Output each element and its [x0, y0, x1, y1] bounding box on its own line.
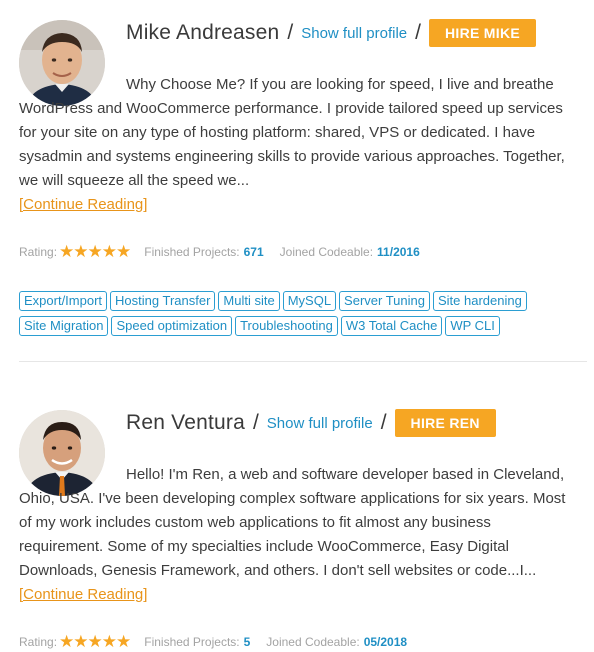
header-separator: / — [252, 411, 259, 434]
divider — [19, 361, 587, 362]
bio-text: Why Choose Me? If you are looking for sp… — [19, 76, 565, 189]
bio-text: Hello! I'm Ren, a web and software devel… — [19, 466, 566, 579]
skill-tag[interactable]: Speed optimization — [111, 316, 233, 336]
skill-tag[interactable]: W3 Total Cache — [340, 316, 443, 336]
continue-reading-link[interactable]: [Continue Reading] — [19, 586, 147, 603]
expert-name: Ren Ventura — [126, 411, 245, 434]
hire-ren-button[interactable]: HIRE REN — [394, 409, 496, 437]
finished-projects-label: Finished Projects: — [144, 635, 240, 649]
skill-tag[interactable]: Troubleshooting — [235, 316, 338, 336]
joined-value: 11/2016 — [377, 245, 420, 259]
show-full-profile-link[interactable]: Show full profile — [301, 25, 407, 42]
rating-label: Rating: — [19, 635, 58, 649]
expert-bio: Hello! I'm Ren, a web and software devel… — [19, 463, 579, 607]
skill-tag[interactable]: Hosting Transfer — [110, 291, 216, 311]
rating-stars: ★★★★★ — [59, 632, 131, 651]
header-separator: / — [287, 21, 294, 44]
finished-projects-value: 671 — [243, 245, 264, 259]
show-full-profile-link[interactable]: Show full profile — [267, 415, 373, 432]
header-separator: / — [415, 21, 421, 44]
expert-bio: Why Choose Me? If you are looking for sp… — [19, 73, 579, 217]
expert-header: Ren Ventura / Show full profile / HIRE R… — [126, 408, 496, 438]
expert-header: Mike Andreasen / Show full profile / HIR… — [126, 18, 537, 48]
joined-value: 05/2018 — [363, 635, 408, 649]
skill-tag[interactable]: Multi site — [218, 291, 280, 311]
joined-label: Joined Codeable: — [266, 635, 360, 649]
skill-tag[interactable]: MySQL — [282, 291, 337, 311]
expert-stats: Rating: ★★★★★ Finished Projects: 5 Joine… — [19, 632, 423, 652]
skill-tag[interactable]: Server Tuning — [339, 291, 430, 311]
header-separator: / — [380, 411, 387, 434]
expert-stats: Rating: ★★★★★ Finished Projects: 671 Joi… — [19, 242, 436, 262]
finished-projects-label: Finished Projects: — [144, 245, 240, 259]
skill-tag[interactable]: WP CLI — [445, 316, 500, 336]
skill-tag[interactable]: Site hardening — [432, 291, 527, 311]
hire-mike-button[interactable]: HIRE MIKE — [428, 19, 537, 47]
continue-reading-link[interactable]: [Continue Reading] — [19, 196, 147, 213]
rating-label: Rating: — [19, 245, 58, 259]
skill-tag[interactable]: Site Migration — [19, 316, 109, 336]
expert-name: Mike Andreasen — [126, 21, 280, 44]
finished-projects-value: 5 — [243, 635, 251, 649]
joined-label: Joined Codeable: — [279, 245, 374, 259]
skill-tag[interactable]: Export/Import — [19, 291, 108, 311]
skill-tags: Export/Import Hosting Transfer Multi sit… — [19, 291, 579, 336]
rating-stars: ★★★★★ — [59, 242, 131, 261]
